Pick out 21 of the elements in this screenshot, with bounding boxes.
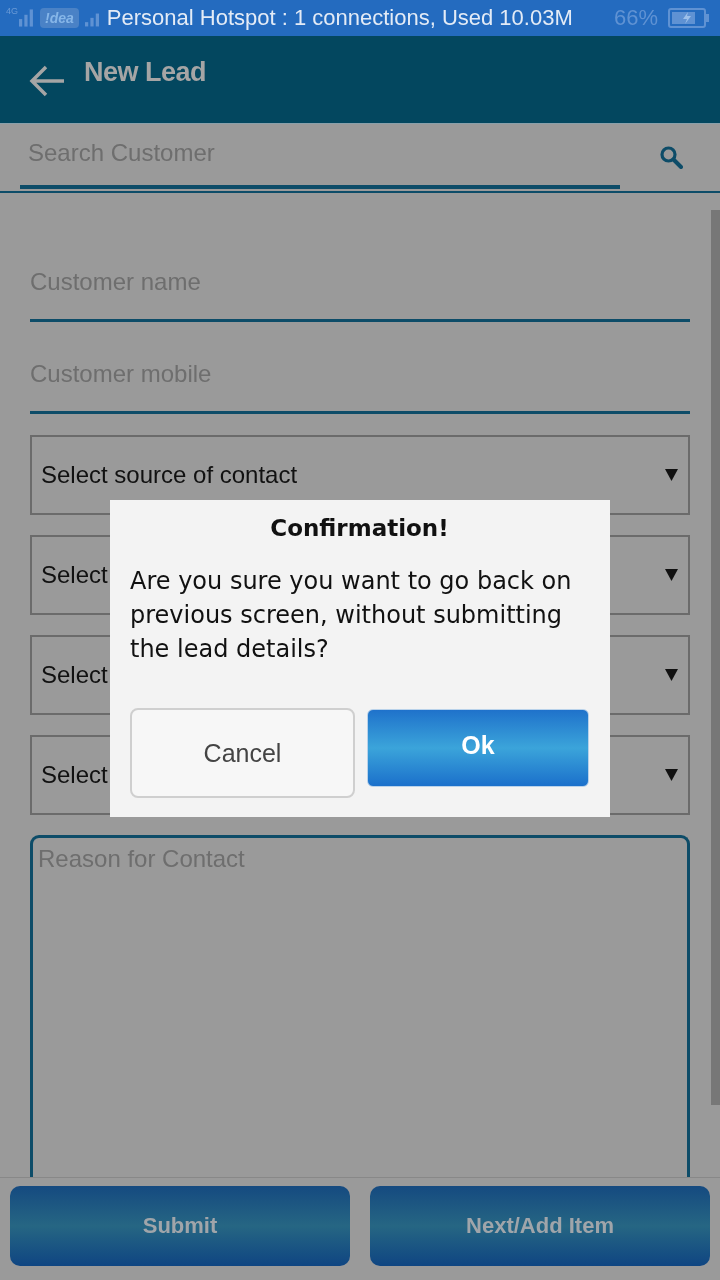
back-arrow-icon [28,64,66,98]
carrier-badge: !dea [40,8,79,28]
caret-icon [665,469,678,481]
hotspot-notification: Personal Hotspot : 1 connections, Used 10.03M [106,5,573,31]
confirm-button[interactable]: Ok [367,709,589,787]
search-icon[interactable] [659,145,683,169]
battery-icon [668,8,710,28]
action-button[interactable]: Next/Add Item [370,1186,710,1266]
dialog-message: Are you sure you want to go back on previous screen, without submitting the lead details? [130,566,573,665]
back-button[interactable] [28,64,66,98]
caret-icon [665,769,678,781]
signal-icon [19,9,34,27]
screen-title: New Lead [84,57,207,87]
action-button[interactable]: Submit [10,1186,350,1266]
network-type-label: 4G [6,6,18,16]
caret-icon [665,669,678,681]
cancel-button[interactable]: Cancel [130,708,355,798]
caret-icon [665,569,678,581]
battery-percentage: 66% [613,5,658,31]
signal-icon [84,13,99,27]
dialog-title: Confirmation! [269,514,450,543]
